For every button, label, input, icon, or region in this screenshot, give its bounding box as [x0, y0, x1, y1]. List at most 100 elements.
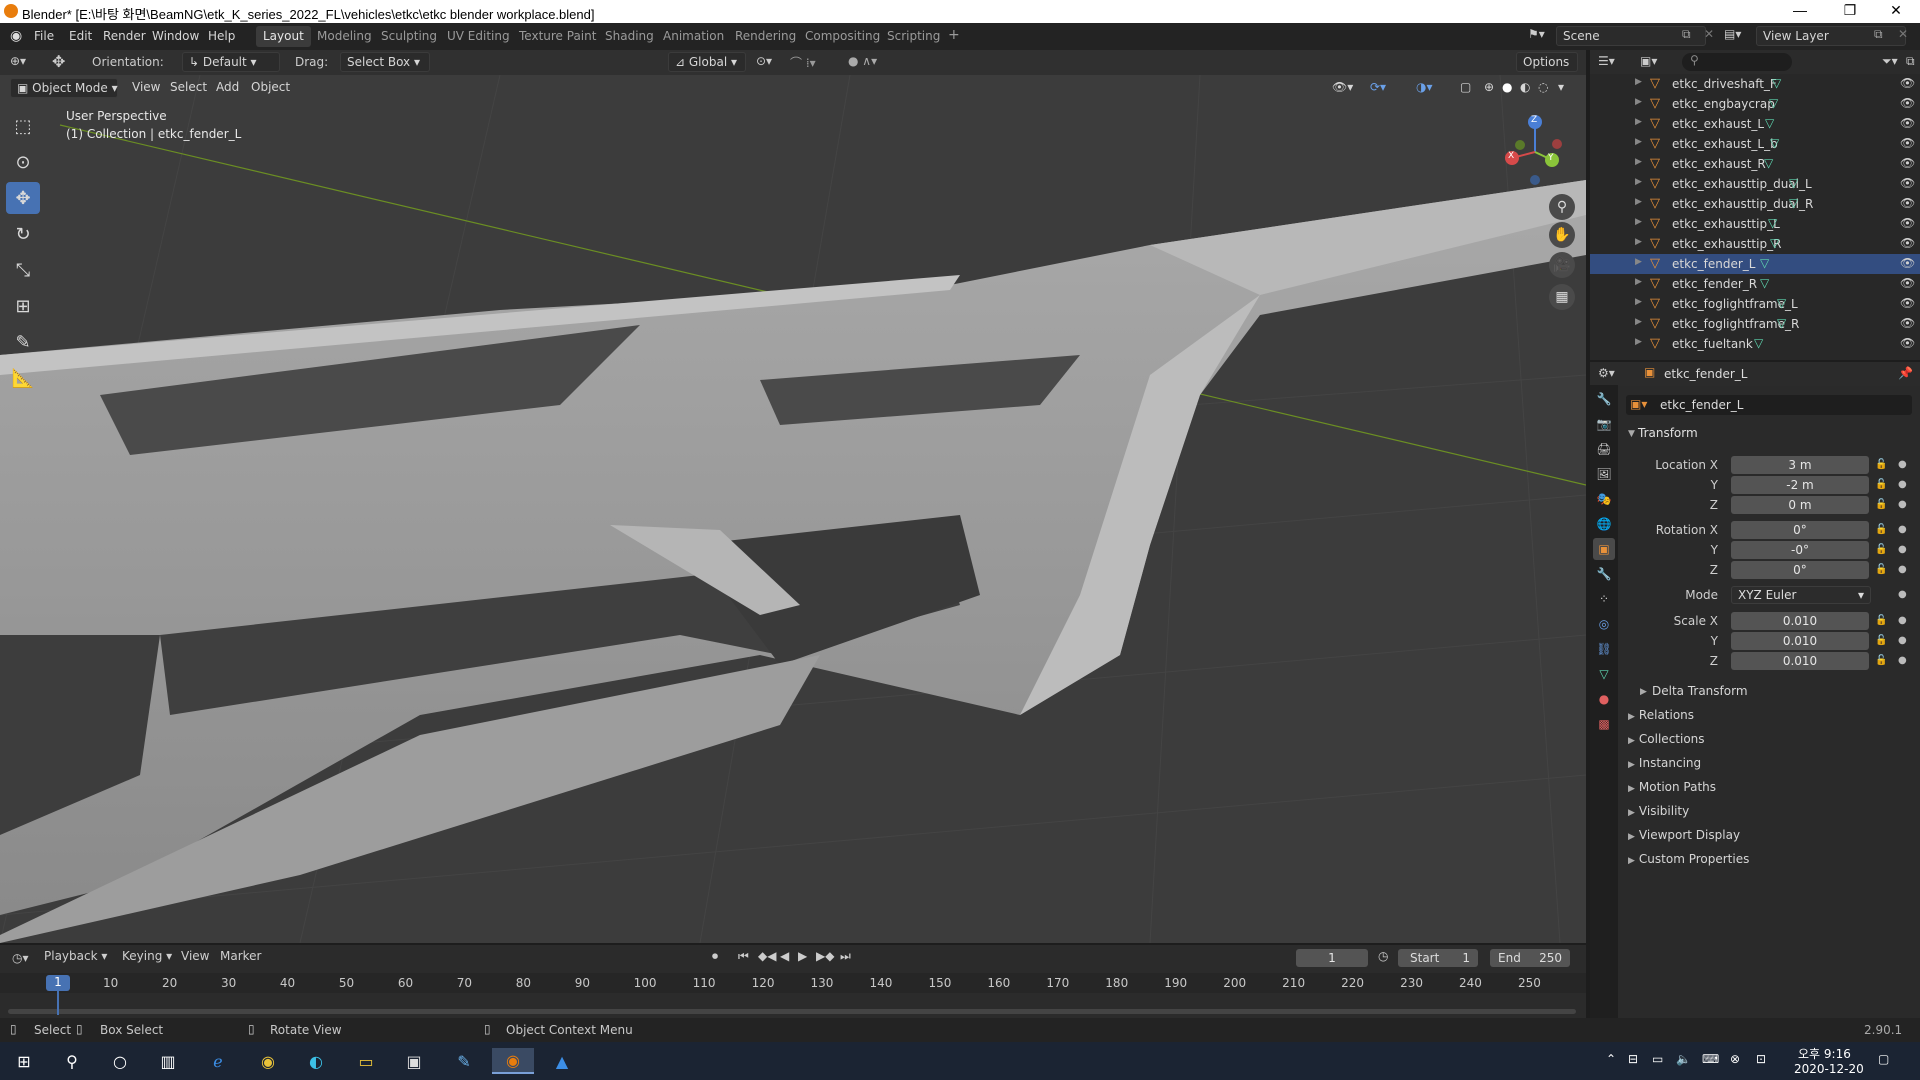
mesh-data-icon[interactable]: ▽ — [1772, 76, 1781, 90]
mesh-data-icon[interactable]: ▽ — [1770, 136, 1779, 150]
tool-tab-icon[interactable]: 🔧 — [1593, 388, 1615, 410]
property-panel[interactable]: ▶ Viewport Display — [1628, 828, 1740, 842]
menu-help[interactable]: Help — [208, 29, 235, 43]
visibility-eye-icon[interactable]: 👁 — [1900, 96, 1915, 110]
expand-arrow-icon[interactable]: ▶ — [1635, 237, 1642, 247]
zoom-icon[interactable]: ⚲ — [1549, 194, 1575, 220]
gizmo-toggle-icon[interactable]: ⟳▾ — [1370, 80, 1386, 94]
jump-end-icon[interactable]: ⏭ — [840, 949, 851, 964]
lock-icon[interactable]: 🔓 — [1875, 635, 1887, 646]
keyframe-dot-icon[interactable]: ● — [1898, 459, 1907, 470]
notification-icon[interactable]: ▢ — [1878, 1052, 1889, 1066]
perspective-toggle-icon[interactable]: ▦ — [1549, 284, 1575, 310]
material-tab-icon[interactable]: ● — [1593, 688, 1615, 710]
expand-arrow-icon[interactable]: ▶ — [1635, 297, 1642, 307]
material-shading-icon[interactable]: ◐ — [1520, 80, 1530, 94]
scale-y-field[interactable]: 0.010 — [1731, 632, 1869, 650]
keyframe-dot-icon[interactable]: ● — [1898, 589, 1907, 600]
location-x-field[interactable]: 3 m — [1731, 456, 1869, 474]
mode-dropdown[interactable]: ▣ Object Mode ▾ — [10, 78, 118, 98]
xray-toggle-icon[interactable]: ▢ — [1460, 80, 1471, 94]
mesh-data-icon[interactable]: ▽ — [1777, 316, 1786, 330]
shading-options-icon[interactable]: ▾ — [1558, 80, 1564, 94]
view-layer-icon[interactable]: ▤▾ — [1724, 27, 1741, 41]
expand-arrow-icon[interactable]: ▶ — [1635, 337, 1642, 347]
tab-shading[interactable]: Shading — [598, 26, 661, 47]
restore-button[interactable]: ❐ — [1830, 2, 1870, 19]
keyframe-dot-icon[interactable]: ● — [1898, 479, 1907, 490]
object-tab-icon[interactable]: ▣ — [1593, 538, 1615, 560]
transform-orientation-dropdown[interactable]: ⊿ Global ▾ — [668, 52, 746, 72]
timeline-scrollbar[interactable] — [8, 1009, 1576, 1014]
next-keyframe-icon[interactable]: ▶◆ — [816, 949, 834, 963]
timeline-ruler[interactable]: 10 20 30 40 50 60 70 80 90 100 110 120 130 140 150 160 1… — [0, 973, 1586, 993]
expand-arrow-icon[interactable]: ▶ — [1635, 77, 1642, 87]
monitor-icon[interactable]: ▭ — [1652, 1052, 1663, 1066]
output-tab-icon[interactable]: 🖨 — [1593, 438, 1615, 460]
mesh-data-icon[interactable]: ▽ — [1770, 236, 1779, 250]
view-layer-tab-icon[interactable]: 🖼 — [1593, 463, 1615, 485]
expand-arrow-icon[interactable]: ▶ — [1635, 117, 1642, 127]
outliner-editor-icon[interactable]: ☰▾ — [1598, 54, 1615, 68]
visibility-eye-icon[interactable]: 👁 — [1900, 256, 1915, 270]
keyboard-icon[interactable]: ⌨ — [1702, 1052, 1719, 1066]
pin-icon[interactable]: 📌 — [1898, 366, 1913, 380]
menu-file[interactable]: File — [34, 29, 54, 43]
menu-object[interactable]: Object — [251, 80, 290, 94]
solid-shading-icon[interactable]: ● — [1502, 80, 1512, 94]
timeline-track-area[interactable] — [0, 993, 1586, 1018]
scene-tab-icon[interactable]: 🎭 — [1593, 488, 1615, 510]
new-scene-icon[interactable]: ⧉ — [1682, 27, 1691, 42]
mesh-data-icon[interactable]: ▽ — [1765, 116, 1774, 130]
mesh-data-icon[interactable]: ▽ — [1769, 96, 1778, 110]
mesh-data-icon[interactable]: ▽ — [1764, 156, 1773, 170]
keyframe-dot-icon[interactable]: ● — [1898, 524, 1907, 535]
lock-icon[interactable]: 🔓 — [1875, 615, 1887, 626]
constraints-tab-icon[interactable]: ⛓ — [1593, 638, 1615, 660]
tray-chevron-icon[interactable]: ⌃ — [1606, 1052, 1616, 1066]
scale-x-field[interactable]: 0.010 — [1731, 612, 1869, 630]
timeline-view-menu[interactable]: View — [181, 949, 209, 963]
property-panel[interactable]: ▶ Visibility — [1628, 804, 1689, 818]
scale-tool-icon[interactable]: ⤡ — [6, 254, 40, 286]
windows-start-icon[interactable]: ⊞ — [10, 1048, 38, 1074]
property-panel[interactable]: ▶ Custom Properties — [1628, 852, 1749, 866]
tab-animation[interactable]: Animation — [656, 26, 731, 47]
navigation-gizmo[interactable]: Z X Y — [1498, 112, 1572, 188]
property-panel[interactable]: ▶ Motion Paths — [1628, 780, 1716, 794]
overlay-toggle-icon[interactable]: ◑▾ — [1416, 80, 1433, 94]
scale-z-field[interactable]: 0.010 — [1731, 652, 1869, 670]
delete-scene-icon[interactable]: ✕ — [1704, 27, 1714, 41]
visibility-eye-icon[interactable]: 👁 — [1900, 336, 1915, 350]
scene-icon[interactable]: ⚑▾ — [1528, 27, 1545, 41]
keyframe-dot-icon[interactable]: ● — [1898, 655, 1907, 666]
minimize-button[interactable]: — — [1780, 2, 1820, 18]
keyframe-dot-icon[interactable]: ● — [1898, 564, 1907, 575]
properties-editor-icon[interactable]: ⚙▾ — [1598, 366, 1615, 380]
3d-viewport[interactable]: User Perspective (1) Collection | etkc_f… — [0, 75, 1586, 943]
visibility-eye-icon[interactable]: 👁 — [1900, 196, 1915, 210]
location-z-field[interactable]: 0 m — [1731, 496, 1869, 514]
select-box-tool-icon[interactable]: ⬚ — [6, 110, 40, 142]
lock-icon[interactable]: 🔓 — [1875, 499, 1887, 510]
object-name-field[interactable]: ▣▾ etkc_fender_L — [1626, 395, 1912, 415]
visibility-eye-icon[interactable]: 👁 — [1900, 76, 1915, 90]
annotate-tool-icon[interactable]: ✎ — [6, 326, 40, 358]
orientation-dropdown[interactable]: ↳ Default ▾ — [182, 52, 280, 72]
expand-arrow-icon[interactable]: ▶ — [1635, 197, 1642, 207]
clock-date[interactable]: 2020-12-20 — [1794, 1062, 1864, 1076]
transform-tool-icon[interactable]: ⊞ — [6, 290, 40, 322]
tab-rendering[interactable]: Rendering — [728, 26, 803, 47]
visibility-eye-icon[interactable]: 👁 — [1900, 156, 1915, 170]
timeline-marker-menu[interactable]: Marker — [220, 949, 261, 963]
internet-explorer-icon[interactable]: ℯ — [204, 1048, 232, 1074]
end-frame-field[interactable]: End 250 — [1490, 949, 1570, 967]
keying-menu[interactable]: Keying ▾ — [122, 949, 182, 963]
pivot-icon[interactable]: ⊙▾ — [756, 54, 772, 68]
camera-view-icon[interactable]: 🎥 — [1549, 252, 1575, 278]
keyframe-dot-icon[interactable]: ● — [1898, 499, 1907, 510]
outliner-search-input[interactable]: ⚲ — [1682, 53, 1792, 71]
keyframe-dot-icon[interactable]: ● — [1898, 635, 1907, 646]
expand-arrow-icon[interactable]: ▶ — [1635, 217, 1642, 227]
render-tab-icon[interactable]: 📷 — [1593, 413, 1615, 435]
